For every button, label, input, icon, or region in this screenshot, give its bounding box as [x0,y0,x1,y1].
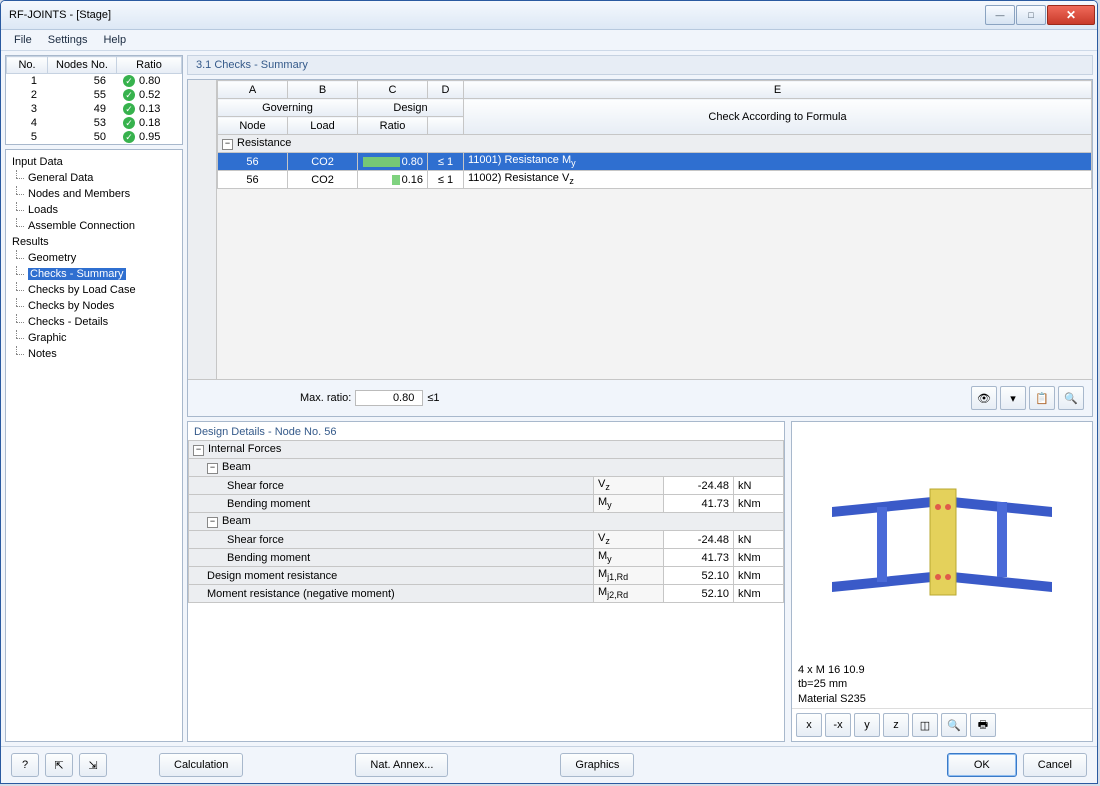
nav-tree: Input Data General DataNodes and Members… [5,149,183,742]
view-icon[interactable]: 👁 [971,386,997,410]
axis-nx-icon[interactable]: -x [825,713,851,737]
check-row[interactable]: 56CO20.80≤ 111001) Resistance My [218,153,1092,171]
preview-3d[interactable] [792,422,1092,661]
calculation-button[interactable]: Calculation [159,753,243,777]
group-resistance[interactable]: −Resistance [218,135,1092,153]
max-ratio-label: Max. ratio: [300,392,351,404]
col-nodes[interactable]: Nodes No. [48,57,117,74]
axis-x-icon[interactable]: x [796,713,822,737]
nav-results[interactable]: Results [8,234,180,250]
nav-item[interactable]: Assemble Connection [8,218,180,234]
hdr-governing: Governing [218,99,358,117]
nav-item[interactable]: Loads [8,202,180,218]
axis-z-icon[interactable]: z [883,713,909,737]
left-pane: No. Nodes No. Ratio 156✓0.80255✓0.52349✓… [5,55,183,742]
print-icon[interactable]: 🖶 [970,713,996,737]
col-no[interactable]: No. [7,57,48,74]
titlebar: RF-JOINTS - [Stage] — □ ✕ [1,1,1097,30]
hdr-node: Node [218,117,288,135]
preview-toolbar: x -x y z ◫ 🔍 🖶 [792,708,1092,741]
hdr-design: Design [358,99,464,117]
section-title: 3.1 Checks - Summary [187,55,1093,75]
menu-settings[interactable]: Settings [40,32,96,48]
nav-item[interactable]: Graphic [8,330,180,346]
col-ratio[interactable]: Ratio [117,57,182,74]
col-b[interactable]: B [288,81,358,99]
nodes-table: No. Nodes No. Ratio 156✓0.80255✓0.52349✓… [5,55,183,145]
axis-y-icon[interactable]: y [854,713,880,737]
hdr-load: Load [288,117,358,135]
row-header-gutter [188,80,217,379]
nav-item[interactable]: Checks by Load Case [8,282,180,298]
app-window: RF-JOINTS - [Stage] — □ ✕ File Settings … [0,0,1098,784]
menu-file[interactable]: File [6,32,40,48]
menu-help[interactable]: Help [95,32,134,48]
ok-icon: ✓ [123,117,135,129]
max-ratio-cmp: ≤1 [427,392,439,404]
node-row[interactable]: 349✓0.13 [7,102,182,116]
export-button[interactable]: ⇲ [79,753,107,777]
grid-footer: Max. ratio: 0.80 ≤1 👁 ▾ 📋 🔍 [188,379,1092,416]
main-pane: 3.1 Checks - Summary A B [187,55,1093,742]
check-row[interactable]: 56CO20.16≤ 111002) Resistance Vz [218,171,1092,189]
hdr-check: Check According to Formula [464,99,1092,135]
find-icon[interactable]: 🔍 [1058,386,1084,410]
col-c[interactable]: C [358,81,428,99]
details-panel: Design Details - Node No. 56 −Internal F… [187,421,785,742]
import-button[interactable]: ⇱ [45,753,73,777]
content-area: No. Nodes No. Ratio 156✓0.80255✓0.52349✓… [1,51,1097,746]
ok-icon: ✓ [123,131,135,143]
cancel-button[interactable]: Cancel [1023,753,1087,777]
hdr-blank [428,117,464,135]
max-ratio-value: 0.80 [355,390,423,406]
filter-icon[interactable]: ▾ [1000,386,1026,410]
nav-item[interactable]: Checks by Nodes [8,298,180,314]
ok-icon: ✓ [123,103,135,115]
col-a[interactable]: A [218,81,288,99]
node-row[interactable]: 255✓0.52 [7,88,182,102]
grid-empty-area [217,189,1092,379]
nav-item[interactable]: Checks - Summary [8,266,180,282]
details-title: Design Details - Node No. 56 [188,422,784,440]
col-d[interactable]: D [428,81,464,99]
preview-caption: 4 x M 16 10.9 tb=25 mm Material S235 [792,661,1092,708]
help-button[interactable]: ? [11,753,39,777]
checks-grid: A B C D E Governing Design Check Accordi [187,79,1093,417]
ok-icon: ✓ [123,89,135,101]
nav-item[interactable]: General Data [8,170,180,186]
node-row[interactable]: 550✓0.95 [7,130,182,144]
minimize-button[interactable]: — [985,5,1015,25]
nav-input-data[interactable]: Input Data [8,154,180,170]
ok-icon: ✓ [123,75,135,87]
bottombar: ? ⇱ ⇲ Calculation Nat. Annex... Graphics… [1,746,1097,783]
zoom-icon[interactable]: 🔍 [941,713,967,737]
iso-icon[interactable]: ◫ [912,713,938,737]
hdr-ratio: Ratio [358,117,428,135]
ok-button[interactable]: OK [947,753,1017,777]
graphics-button[interactable]: Graphics [560,753,634,777]
nav-item[interactable]: Notes [8,346,180,362]
nav-item[interactable]: Geometry [8,250,180,266]
nav-item[interactable]: Checks - Details [8,314,180,330]
nat-annex-button[interactable]: Nat. Annex... [355,753,448,777]
close-button[interactable]: ✕ [1047,5,1095,25]
menubar: File Settings Help [1,30,1097,51]
lower-area: Design Details - Node No. 56 −Internal F… [187,421,1093,742]
export-icon[interactable]: 📋 [1029,386,1055,410]
nav-item[interactable]: Nodes and Members [8,186,180,202]
maximize-button[interactable]: □ [1016,5,1046,25]
node-row[interactable]: 453✓0.18 [7,116,182,130]
window-title: RF-JOINTS - [Stage] [9,9,111,21]
node-row[interactable]: 156✓0.80 [7,74,182,89]
preview-panel: 4 x M 16 10.9 tb=25 mm Material S235 x -… [791,421,1093,742]
col-e[interactable]: E [464,81,1092,99]
